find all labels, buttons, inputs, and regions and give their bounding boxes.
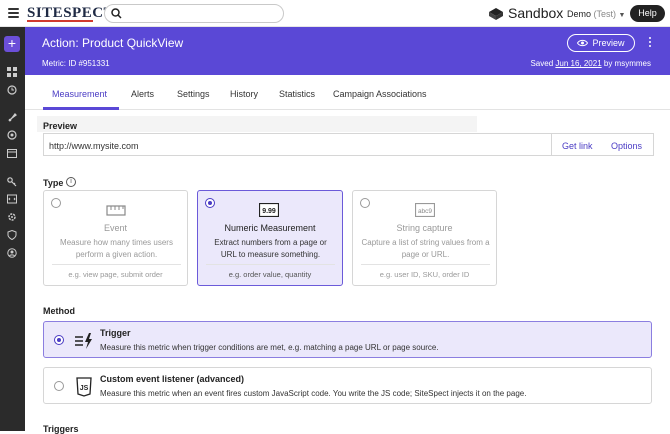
dashboard-icon[interactable]: [7, 67, 17, 77]
triggers-label: Triggers: [43, 424, 79, 434]
hamburger-menu-icon[interactable]: [8, 8, 19, 18]
more-options-icon[interactable]: [649, 37, 653, 49]
divider: [551, 134, 552, 155]
card-title: String capture: [396, 223, 453, 233]
account-env: (Test): [593, 9, 617, 19]
svg-text:abc9: abc9: [418, 208, 432, 215]
divider: [206, 264, 335, 265]
preview-url-value: http://www.mysite.com: [49, 141, 139, 151]
radio-button[interactable]: [51, 198, 61, 208]
code-icon[interactable]: [7, 194, 17, 204]
tab-bar: Measurement Alerts Settings History Stat…: [25, 75, 670, 110]
tab-campaign-associations[interactable]: Campaign Associations: [333, 89, 427, 99]
type-label: Type: [43, 178, 64, 188]
card-description: Capture a list of string values from a p…: [361, 238, 490, 259]
help-button[interactable]: Help: [630, 5, 665, 22]
type-card-string[interactable]: abc9 String capture Capture a list of st…: [352, 190, 497, 286]
tab-history[interactable]: History: [230, 89, 258, 99]
account-name: Demo: [567, 9, 592, 19]
search-input[interactable]: [104, 4, 284, 23]
gear-icon[interactable]: [7, 212, 17, 222]
divider: [52, 264, 181, 265]
tab-measurement[interactable]: Measurement: [52, 89, 107, 99]
card-example: e.g. view page, submit order: [68, 270, 163, 279]
tab-statistics[interactable]: Statistics: [279, 89, 315, 99]
chevron-down-icon: ▼: [618, 12, 626, 19]
ruler-icon: [106, 205, 126, 216]
divider: [361, 264, 490, 265]
search-icon: [111, 8, 122, 19]
svg-text:9.99: 9.99: [262, 208, 276, 215]
clock-icon[interactable]: [7, 85, 17, 95]
tab-settings[interactable]: Settings: [177, 89, 210, 99]
type-card-numeric[interactable]: 9.99 Numeric Measurement Extract numbers…: [197, 190, 343, 286]
trigger-icon: [75, 333, 92, 349]
shield-icon[interactable]: [7, 230, 17, 240]
metric-id: Metric: ID #951331: [42, 59, 110, 68]
sandbox-icon: [489, 7, 503, 20]
radio-button[interactable]: [54, 335, 64, 345]
saved-date-link[interactable]: Jun 16, 2021: [555, 59, 601, 68]
method-option-custom-event[interactable]: JS Custom event listener (advanced) Meas…: [43, 367, 652, 404]
side-nav: +: [0, 27, 25, 431]
preview-button-label: Preview: [592, 38, 625, 48]
method-label: Method: [43, 306, 75, 316]
numeric-icon: 9.99: [259, 203, 279, 217]
card-title: Event: [103, 223, 127, 233]
page-title: Action: Product QuickView: [42, 36, 184, 50]
radio-button[interactable]: [54, 381, 64, 391]
card-title: Numeric Measurement: [224, 223, 316, 233]
card-example: e.g. order value, quantity: [228, 270, 312, 279]
key-icon[interactable]: [7, 177, 17, 187]
method-option-trigger[interactable]: Trigger Measure this metric when trigger…: [43, 321, 652, 358]
svg-text:JS: JS: [80, 385, 89, 392]
add-icon[interactable]: +: [4, 36, 20, 52]
method-title: Trigger: [100, 328, 131, 338]
preview-button[interactable]: Preview: [567, 34, 635, 52]
calendar-icon[interactable]: [7, 148, 17, 158]
method-description: Measure this metric when an event fires …: [100, 389, 527, 398]
sandbox-indicator: Sandbox: [488, 5, 563, 21]
page-header: Action: Product QuickView Metric: ID #95…: [25, 27, 670, 75]
tab-alerts[interactable]: Alerts: [131, 89, 154, 99]
radio-button[interactable]: [205, 198, 215, 208]
target-icon[interactable]: [7, 130, 17, 140]
account-switcher[interactable]: Demo (Test) ▼: [567, 9, 625, 19]
card-example: e.g. user ID, SKU, order ID: [379, 270, 470, 279]
method-description: Measure this metric when trigger conditi…: [100, 343, 439, 352]
top-bar: SITESPECT Sandbox Demo (Test) ▼ Help: [0, 0, 670, 27]
preview-label: Preview: [43, 121, 78, 131]
javascript-icon: JS: [76, 377, 92, 397]
type-card-event[interactable]: Event Measure how many times users perfo…: [43, 190, 188, 286]
preview-strip: [37, 116, 477, 132]
sandbox-label: Sandbox: [508, 5, 564, 21]
get-link-button[interactable]: Get link: [562, 141, 593, 151]
active-tab-indicator: [43, 107, 119, 110]
string-icon: abc9: [415, 203, 435, 217]
info-icon[interactable]: i: [66, 177, 76, 187]
card-description: Extract numbers from a page or URL to me…: [214, 238, 327, 259]
eye-icon: [577, 39, 589, 47]
preview-url-field[interactable]: http://www.mysite.com Get link Options: [43, 133, 654, 156]
card-description: Measure how many times users perform a g…: [60, 238, 173, 259]
logo-underline: [27, 20, 93, 22]
method-title: Custom event listener (advanced): [100, 374, 245, 384]
saved-info: Saved Jun 16, 2021 by msymmes: [530, 59, 651, 68]
rocket-icon[interactable]: [7, 113, 17, 123]
user-icon[interactable]: [7, 248, 17, 258]
saved-by: by msymmes: [603, 59, 651, 68]
saved-prefix: Saved: [530, 59, 554, 68]
radio-button[interactable]: [360, 198, 370, 208]
options-button[interactable]: Options: [611, 141, 642, 151]
